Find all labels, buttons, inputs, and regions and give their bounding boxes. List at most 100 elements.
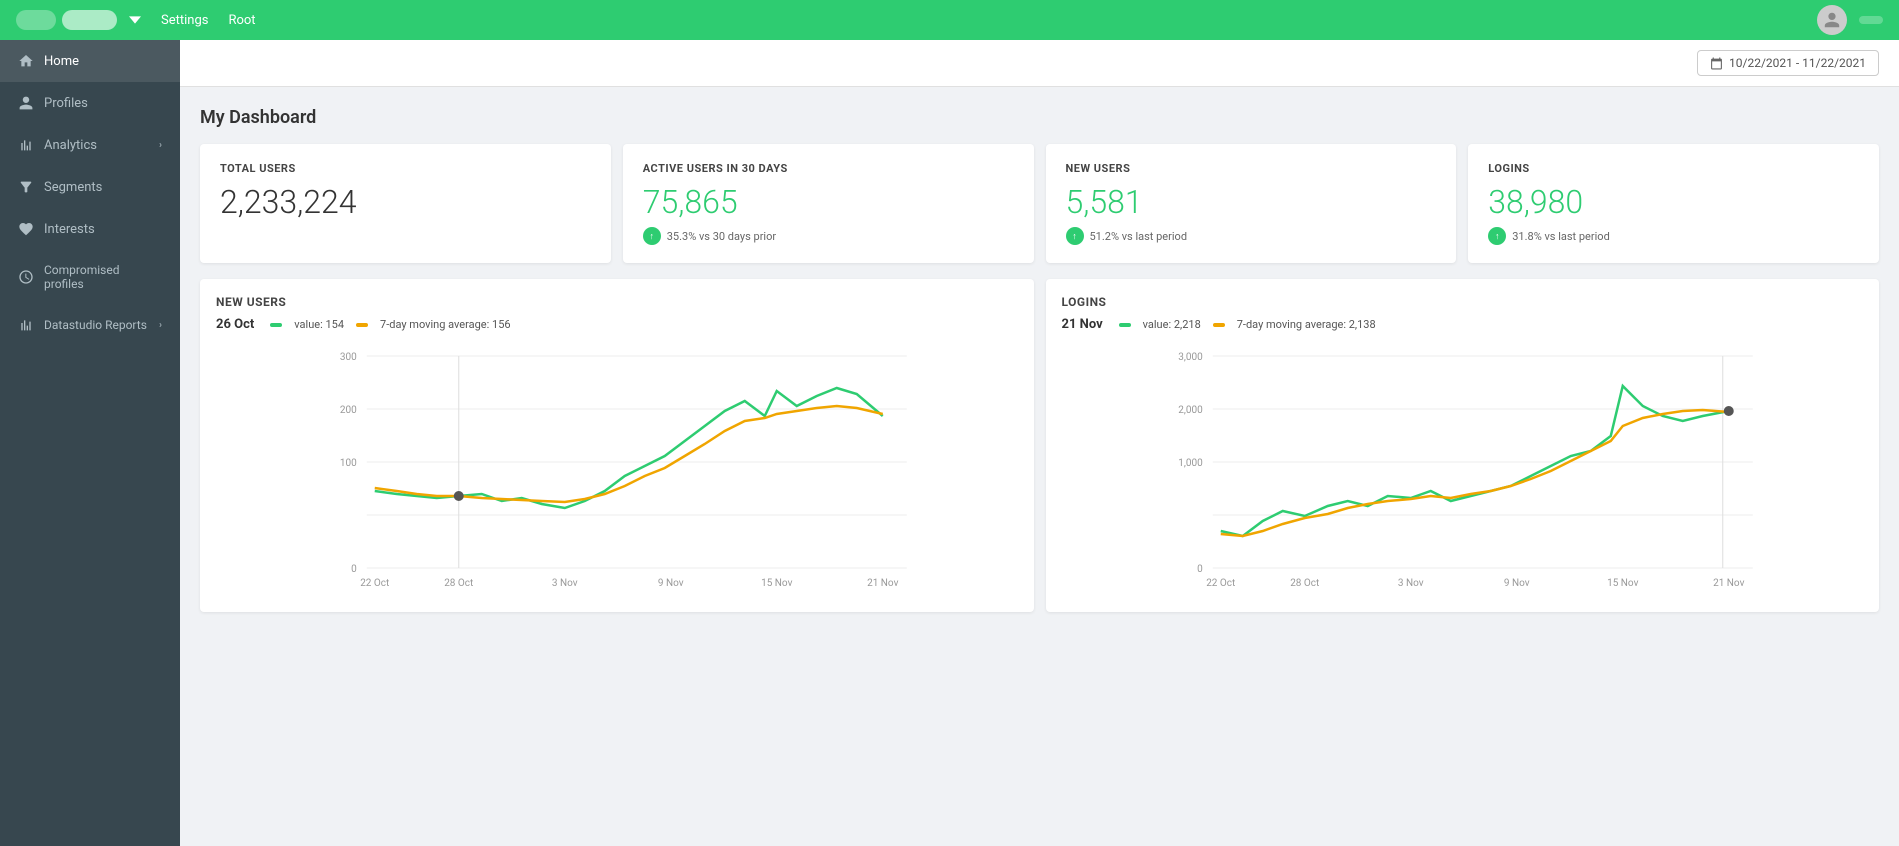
sidebar-item-datastudio[interactable]: Datastudio Reports › [0,304,180,346]
user-button[interactable] [1859,16,1883,24]
root-link[interactable]: Root [228,13,255,28]
active-users-label: ACTIVE USERS IN 30 DAYS [643,162,1014,175]
home-icon [18,53,34,69]
logins-value-legend: value: 2,218 [1143,318,1201,331]
sidebar-item-home[interactable]: Home [0,40,180,82]
new-users-arrow: ↑ [1066,227,1084,245]
new-users-chart-legend: 26 Oct value: 154 7-day moving average: … [216,317,1018,332]
sidebar-label-analytics: Analytics [44,138,97,153]
sidebar-label-home: Home [44,54,79,69]
nav-pill-1[interactable] [16,10,56,30]
logins-chart-card: LOGINS 21 Nov value: 2,218 7-day moving … [1046,279,1880,612]
sidebar-item-analytics[interactable]: Analytics › [0,124,180,166]
new-users-value-legend: value: 154 [294,318,344,331]
sidebar-label-segments: Segments [44,180,102,195]
logins-chart-area: 3,000 2,000 1,000 0 22 Oct 28 Oct 3 Nov … [1062,336,1864,596]
date-range-label: 10/22/2021 - 11/22/2021 [1729,56,1866,70]
sidebar: Home Profiles Analytics › Segments Inter… [0,40,180,846]
sidebar-label-profiles: Profiles [44,96,88,111]
svg-text:200: 200 [340,405,357,416]
sidebar-label-datastudio: Datastudio Reports [44,318,147,332]
active-users-change-text: 35.3% vs 30 days prior [667,230,776,243]
heart-icon [18,221,34,237]
stat-card-total-users: TOTAL USERS 2,233,224 [200,144,611,263]
logins-svg: 3,000 2,000 1,000 0 22 Oct 28 Oct 3 Nov … [1062,336,1864,596]
svg-text:9 Nov: 9 Nov [658,578,684,589]
new-users-chart-card: NEW USERS 26 Oct value: 154 7-day moving… [200,279,1034,612]
total-users-label: TOTAL USERS [220,162,591,175]
new-users-value: 5,581 [1066,183,1437,221]
new-users-svg: 300 200 100 0 22 Oct 28 Oct 3 Nov 9 Nov … [216,336,1018,596]
nav-pills [16,10,117,30]
logins-value: 38,980 [1488,183,1859,221]
logins-change: ↑ 31.8% vs last period [1488,227,1859,245]
svg-text:1,000: 1,000 [1178,458,1203,469]
svg-text:28 Oct: 28 Oct [1290,578,1319,589]
new-users-change-text: 51.2% vs last period [1090,230,1188,243]
svg-text:100: 100 [340,458,357,469]
user-avatar[interactable] [1817,5,1847,35]
svg-text:15 Nov: 15 Nov [1607,578,1638,589]
logins-change-text: 31.8% vs last period [1512,230,1610,243]
svg-text:0: 0 [1197,564,1203,575]
sidebar-item-interests[interactable]: Interests [0,208,180,250]
sidebar-item-profiles[interactable]: Profiles [0,82,180,124]
active-users-value: 75,865 [643,183,1014,221]
svg-text:15 Nov: 15 Nov [761,578,792,589]
svg-text:0: 0 [351,564,357,575]
total-users-value: 2,233,224 [220,183,591,221]
logins-chart-legend: 21 Nov value: 2,218 7-day moving average… [1062,317,1864,332]
svg-text:300: 300 [340,352,357,363]
stat-card-active-users: ACTIVE USERS IN 30 DAYS 75,865 ↑ 35.3% v… [623,144,1034,263]
clock-icon [18,269,34,285]
logins-chart-title: LOGINS [1062,295,1864,309]
new-users-avg-dot [356,323,368,327]
analytics-chevron: › [159,140,162,151]
top-nav: Settings Root [0,0,1899,40]
date-bar: 10/22/2021 - 11/22/2021 [180,40,1899,87]
svg-text:3 Nov: 3 Nov [552,578,578,589]
active-users-change: ↑ 35.3% vs 30 days prior [643,227,1014,245]
nav-links: Settings Root [161,13,256,28]
sidebar-label-compromised: Compromised profiles [44,263,162,291]
new-users-label: NEW USERS [1066,162,1437,175]
nav-pill-2[interactable] [62,10,117,30]
svg-text:21 Nov: 21 Nov [867,578,898,589]
logins-label: LOGINS [1488,162,1859,175]
sidebar-item-segments[interactable]: Segments [0,166,180,208]
new-users-chart-title: NEW USERS [216,295,1018,309]
svg-text:22 Oct: 22 Oct [360,578,389,589]
app-layout: Home Profiles Analytics › Segments Inter… [0,40,1899,846]
settings-link[interactable]: Settings [161,13,208,28]
chart-row: NEW USERS 26 Oct value: 154 7-day moving… [200,279,1879,612]
filter-icon [18,179,34,195]
sidebar-label-interests: Interests [44,222,95,237]
svg-text:3,000: 3,000 [1178,352,1203,363]
new-users-chart-date: 26 Oct [216,317,254,332]
logins-avg-dot [1213,323,1225,327]
dashboard-title: My Dashboard [200,107,1879,128]
svg-text:9 Nov: 9 Nov [1503,578,1529,589]
logins-chart-date: 21 Nov [1062,317,1103,332]
svg-text:21 Nov: 21 Nov [1713,578,1744,589]
logins-value-dot [1119,323,1131,327]
logins-arrow: ↑ [1488,227,1506,245]
person-icon [18,95,34,111]
dashboard: My Dashboard TOTAL USERS 2,233,224 ACTIV… [180,87,1899,632]
svg-text:2,000: 2,000 [1178,405,1203,416]
sidebar-item-compromised[interactable]: Compromised profiles [0,250,180,304]
svg-text:28 Oct: 28 Oct [444,578,473,589]
bar-chart-icon [18,137,34,153]
date-range-button[interactable]: 10/22/2021 - 11/22/2021 [1697,50,1879,76]
stat-cards: TOTAL USERS 2,233,224 ACTIVE USERS IN 30… [200,144,1879,263]
nav-dropdown[interactable] [129,14,141,26]
active-users-arrow: ↑ [643,227,661,245]
calendar-icon [1710,57,1723,70]
main-content: 10/22/2021 - 11/22/2021 My Dashboard TOT… [180,40,1899,846]
new-users-avg-legend: 7-day moving average: 156 [380,318,511,331]
logins-avg-legend: 7-day moving average: 2,138 [1237,318,1376,331]
datastudio-chevron: › [159,320,162,331]
new-users-value-dot [270,323,282,327]
new-users-change: ↑ 51.2% vs last period [1066,227,1437,245]
stat-card-new-users: NEW USERS 5,581 ↑ 51.2% vs last period [1046,144,1457,263]
